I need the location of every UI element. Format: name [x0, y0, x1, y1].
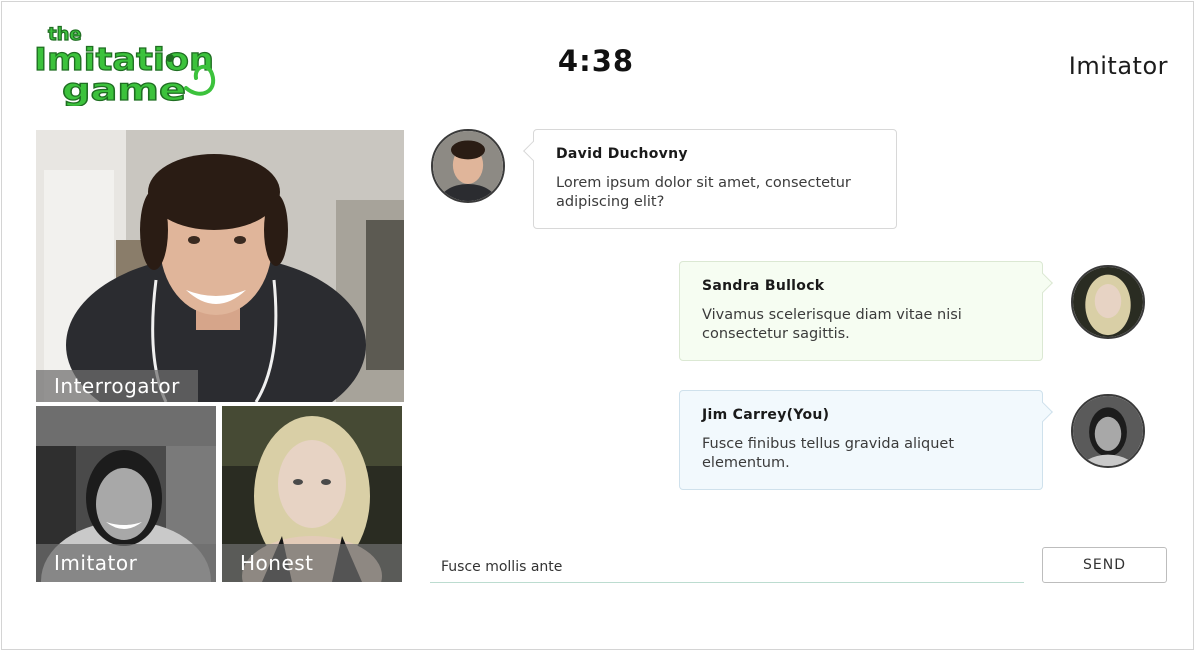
chat-message: Sandra Bullock Vivamus scelerisque diam … [679, 261, 1053, 361]
video-label: Interrogator [36, 370, 198, 402]
video-interrogator: Interrogator [36, 130, 404, 402]
avatar-image [1073, 396, 1143, 466]
avatar-image [433, 131, 503, 201]
avatar-sandra-bullock [1071, 265, 1145, 339]
message-sender: Jim Carrey(You) [702, 407, 830, 423]
video-label: Honest [222, 544, 402, 582]
video-imitator: Imitator [36, 406, 216, 582]
avatar-image [1073, 267, 1143, 337]
avatar-david-duchovny [431, 129, 505, 203]
message-text: Lorem ipsum dolor sit amet, consectetur … [556, 175, 851, 210]
video-label: Imitator [36, 544, 216, 582]
send-button[interactable]: SEND [1042, 547, 1167, 583]
chat-message: Jim Carrey(You) Fusce finibus tellus gra… [679, 390, 1053, 490]
message-input[interactable] [430, 552, 1024, 583]
message-text: Vivamus scelerisque diam vitae nisi cons… [702, 307, 962, 342]
avatar-jim-carrey [1071, 394, 1145, 468]
video-feed-image [36, 130, 404, 402]
countdown-timer: 4:38 [557, 44, 635, 78]
video-honest: Honest [222, 406, 402, 582]
app-logo: the Imitation game [34, 22, 218, 106]
message-sender: David Duchovny [556, 146, 688, 162]
logo-word-game: game [62, 73, 186, 106]
imitation-game-logo: the Imitation game [34, 23, 216, 106]
message-text: Fusce finibus tellus gravida aliquet ele… [702, 436, 955, 471]
player-role: Imitator [1068, 52, 1168, 80]
chat-message: David Duchovny Lorem ipsum dolor sit ame… [523, 129, 897, 229]
message-sender: Sandra Bullock [702, 278, 825, 294]
